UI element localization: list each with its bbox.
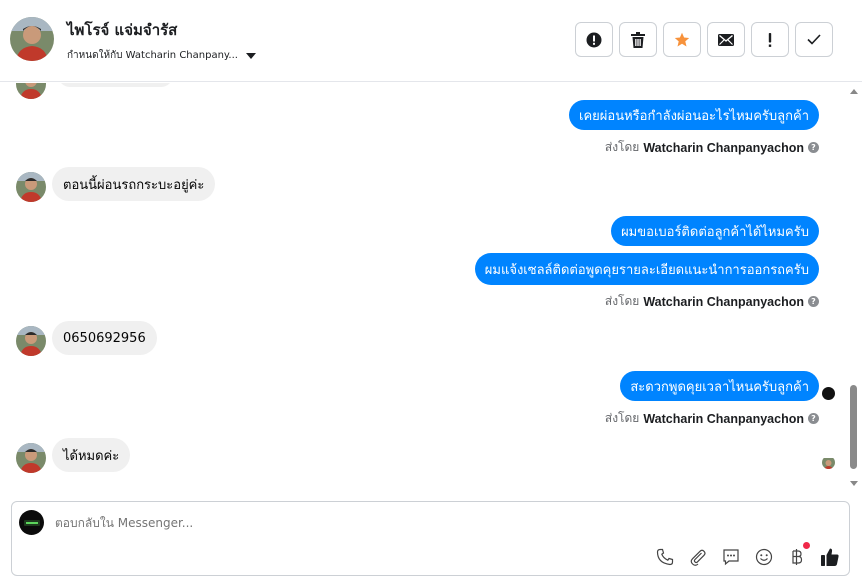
outgoing-message[interactable]: ผมขอเบอร์ติดต่อลูกค้าได้ไหมครับ [611,216,819,246]
caret-down-icon [245,52,256,59]
delete-button[interactable] [619,22,657,57]
sent-by-prefix: ส่งโดย [604,140,640,154]
help-icon[interactable]: ? [808,296,819,307]
mark-unread-button[interactable] [707,22,745,57]
emoji-button[interactable] [753,546,775,568]
sent-by-agent: Watcharin Chanpanyachon [643,140,804,155]
sent-by-agent: Watcharin Chanpanyachon [643,411,804,426]
incoming-message[interactable]: 0650692956 [52,321,157,355]
payment-button[interactable] [786,542,810,568]
scroll-up-icon[interactable] [850,89,858,94]
exclamation-icon [768,32,772,47]
page-avatar [19,510,44,535]
scroll-down-icon[interactable] [850,481,858,486]
like-button[interactable] [819,546,841,568]
incoming-message[interactable]: ตอนนี้ผ่อนรถกระบะอยู่ค่ะ [52,167,216,201]
outgoing-message[interactable]: เคยผ่อนหรือกำลังผ่อนอะไรไหมครับลูกค้า [569,100,819,130]
spam-button[interactable] [575,22,613,57]
star-icon [674,32,690,46]
sent-by-prefix: ส่งโดย [604,294,640,308]
follow-up-button[interactable] [751,22,789,57]
thumbs-up-icon [821,548,839,566]
seen-indicator-icon [822,387,835,400]
mark-done-button[interactable] [795,22,833,57]
sent-by-label: ส่งโดย Watcharin Chanpanyachon ? [605,138,819,157]
header-actions [575,22,833,57]
contact-message-avatar [16,326,46,356]
assignee-label: กำหนดให้กับ Watcharin Chanpany... [67,50,238,61]
sent-by-prefix: ส่งโดย [604,411,640,425]
sent-by-agent: Watcharin Chanpanyachon [643,294,804,309]
contact-avatar[interactable] [10,17,54,61]
sent-by-label: ส่งโดย Watcharin Chanpanyachon ? [605,292,819,311]
assignee-dropdown[interactable]: กำหนดให้กับ Watcharin Chanpany... [67,48,256,63]
paperclip-icon [690,549,706,566]
incoming-message[interactable]: ได้หมดค่ะ [52,438,131,472]
chat-bubble-icon [723,549,739,566]
check-icon [807,34,821,45]
trash-icon [631,31,645,48]
conversation-header: ไพโรจ์ แจ่มจำรัส กำหนดให้กับ Watcharin C… [0,0,862,82]
help-icon[interactable]: ? [808,142,819,153]
envelope-icon [718,33,734,46]
reply-composer [11,501,850,576]
baht-icon [792,549,803,565]
call-button[interactable] [654,546,676,568]
contact-message-avatar [16,83,46,99]
message-thread[interactable]: เคยผ่อนหรือกำลังผ่อนอะไรไหมครับลูกค้า ส่… [0,83,846,488]
contact-message-avatar [16,172,46,202]
sent-by-label: ส่งโดย Watcharin Chanpanyachon ? [605,409,819,428]
attach-button[interactable] [687,546,709,568]
contact-name: ไพโรจ์ แจ่มจำรัส [67,21,178,39]
contact-message-avatar [16,443,46,473]
outgoing-message[interactable]: สะดวกพูดคุยเวลาไหนครับลูกค้า [620,371,819,401]
smiley-icon [755,548,773,566]
partial-message-bubble [58,83,173,87]
scrollbar-thumb[interactable] [850,385,857,469]
help-icon[interactable]: ? [808,413,819,424]
star-button[interactable] [663,22,701,57]
read-receipt-avatar [822,456,835,469]
thread-scrollbar[interactable] [846,83,862,488]
composer-tools [654,542,841,568]
saved-replies-button[interactable] [720,546,742,568]
alert-circle-icon [586,32,602,47]
outgoing-message[interactable]: ผมแจ้งเซลล์ติดต่อพูดคุยรายละเอียดแนะนำกา… [474,253,819,285]
phone-icon [656,548,674,566]
notification-dot [803,542,810,549]
reply-input[interactable] [55,516,455,530]
